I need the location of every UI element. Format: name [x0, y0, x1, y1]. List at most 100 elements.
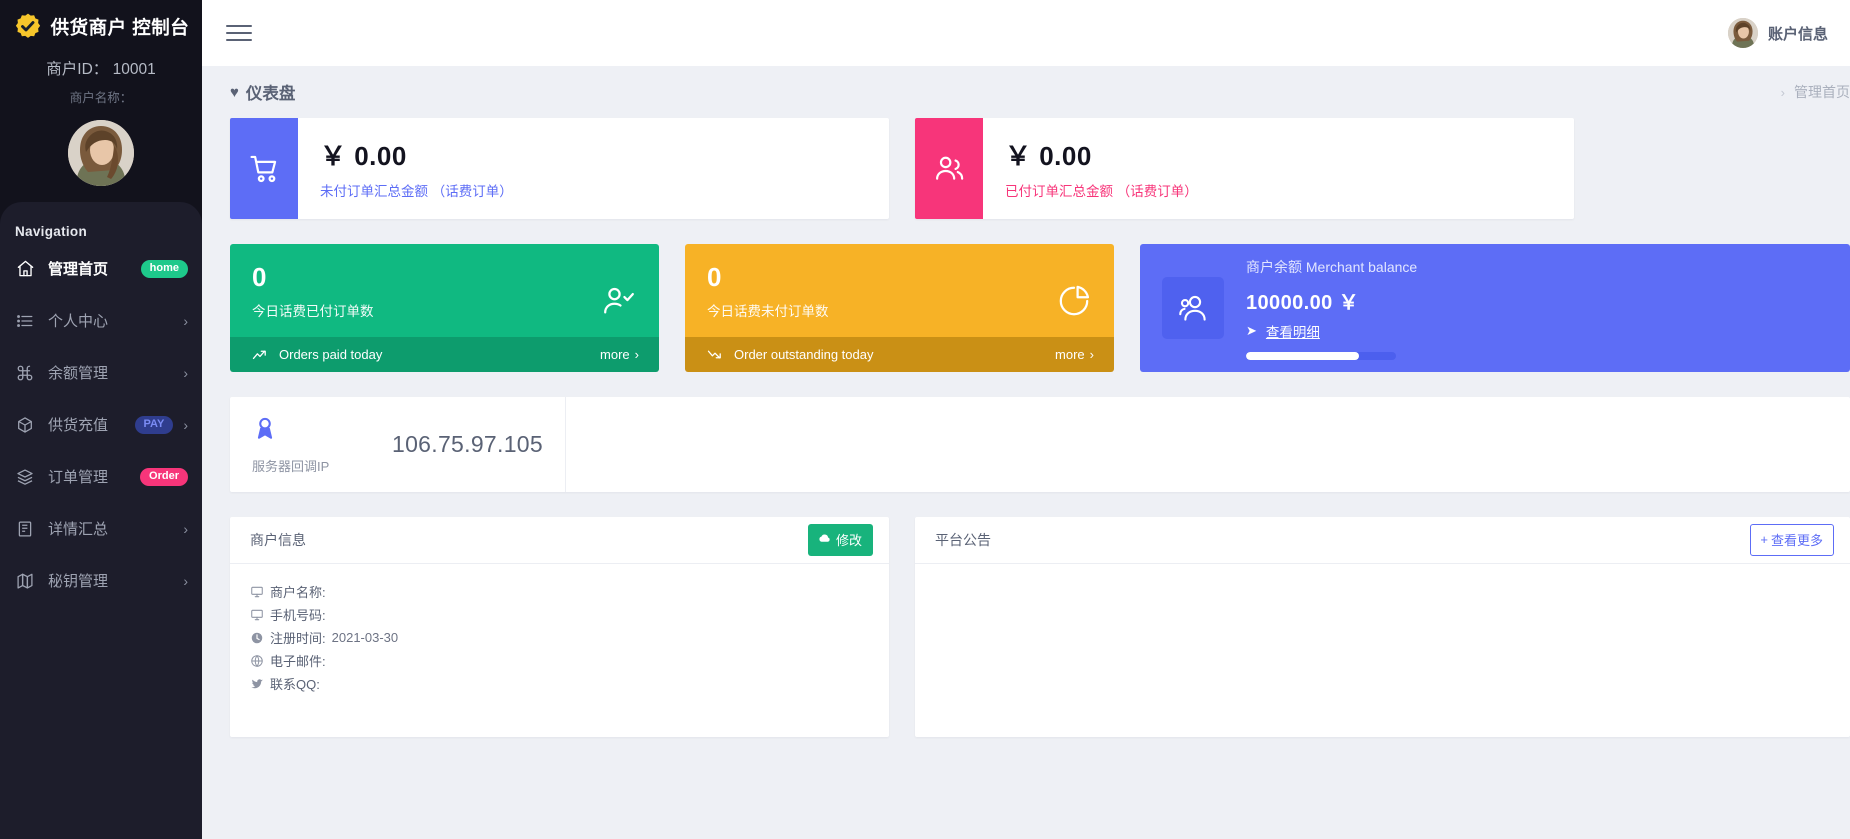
tile-text: 0 今日话费已付订单数: [252, 264, 374, 337]
merchant-info-panel: 商户信息 修改: [230, 517, 889, 737]
sidebar-item-label: 管理首页: [48, 258, 108, 279]
tile-text: 0 今日话费未付订单数: [707, 264, 829, 337]
list-item-label: 联系QQ:: [270, 674, 320, 693]
balance-detail-label: 查看明细: [1266, 321, 1320, 341]
tile-number: 0: [252, 264, 374, 290]
sidebar-badge-order: Order: [140, 468, 188, 486]
gear-check-badge-icon: [13, 12, 43, 42]
send-icon: ➤: [1246, 323, 1257, 339]
app-root: 供货商户 控制台 商户ID： 10001 商户名称： Navigation: [0, 0, 1850, 839]
tile-top: 0 今日话费已付订单数: [230, 244, 659, 337]
book-icon: [15, 519, 35, 539]
trend-up-icon: [252, 348, 268, 361]
stat-card-unpaid[interactable]: ￥ 0.00 未付订单汇总金额 （话费订单）: [230, 118, 889, 219]
sidebar-item-summary[interactable]: 详情汇总 ›: [0, 506, 202, 551]
server-callback-ip-card: 服务器回调IP 106.75.97.105: [230, 397, 566, 492]
view-more-notices-button[interactable]: + 查看更多: [1750, 524, 1834, 556]
tile-orders-paid-today[interactable]: 0 今日话费已付订单数: [230, 244, 659, 372]
sidebar-logo[interactable]: 供货商户 控制台: [0, 0, 202, 50]
tile-orders-outstanding-today[interactable]: 0 今日话费未付订单数: [685, 244, 1114, 372]
list-item-value: 2021-03-30: [332, 630, 399, 645]
stat-card-row: ￥ 0.00 未付订单汇总金额 （话费订单） ￥ 0.00 已付订单汇总金额 （…: [230, 118, 1850, 219]
account-menu[interactable]: 账户信息: [1728, 18, 1832, 48]
edit-merchant-label: 修改: [836, 530, 862, 549]
list-item-label: 注册时间:: [270, 628, 326, 647]
platform-notice-panel: 平台公告 + 查看更多: [915, 517, 1850, 737]
merchant-balance-card[interactable]: 商户余额 Merchant balance 10000.00 ￥ ➤ 查看明细: [1140, 244, 1850, 372]
notice-list: [915, 564, 1850, 580]
edit-merchant-button[interactable]: 修改: [808, 524, 873, 556]
tile-more-label: more: [600, 347, 630, 362]
balance-progress-bar: [1246, 352, 1396, 360]
tile-number: 0: [707, 264, 829, 290]
sidebar-item-label: 详情汇总: [48, 518, 108, 539]
breadcrumb: › 管理首页: [1781, 82, 1850, 102]
panel-header: 商户信息 修改: [230, 517, 889, 564]
sidebar-item-keys[interactable]: 秘钥管理 ›: [0, 558, 202, 603]
account-label: 账户信息: [1768, 23, 1828, 44]
avatar[interactable]: [68, 120, 134, 186]
chevron-right-icon: ›: [635, 347, 639, 362]
tile-footer[interactable]: Orders paid today more ›: [230, 337, 659, 372]
sidebar-badge-home: home: [141, 260, 188, 278]
chevron-right-icon: ›: [183, 574, 188, 588]
avatar[interactable]: [1728, 18, 1758, 48]
server-ip-value: 106.75.97.105: [392, 431, 565, 458]
list-item: 电子邮件:: [250, 649, 889, 672]
list-item-label: 商户名称:: [270, 582, 326, 601]
stat-subtitle: 未付订单汇总金额 （话费订单）: [320, 180, 889, 200]
sidebar-item-home[interactable]: 管理首页 home: [0, 246, 202, 291]
panel-title: 平台公告: [935, 530, 991, 550]
list-item: 商户名称:: [250, 580, 889, 603]
sidebar-badge-pay: PAY: [135, 416, 174, 434]
chevron-right-icon: ›: [183, 418, 188, 432]
sidebar-item-recharge[interactable]: 供货充值 PAY ›: [0, 402, 202, 447]
chevron-right-icon: ›: [1781, 85, 1785, 100]
stat-card-body: ￥ 0.00 已付订单汇总金额 （话费订单）: [983, 118, 1574, 219]
sidebar-nav-title: Navigation: [0, 224, 202, 239]
main-area: 账户信息 ♥ 仪表盘 › 管理首页: [202, 0, 1850, 839]
merchant-id: 商户ID： 10001: [0, 57, 202, 79]
sidebar-item-balance[interactable]: 余额管理 ›: [0, 350, 202, 395]
sidebar: 供货商户 控制台 商户ID： 10001 商户名称： Navigation: [0, 0, 202, 839]
sidebar-item-orders[interactable]: 订单管理 Order: [0, 454, 202, 499]
map-icon: [15, 571, 35, 591]
trend-down-icon: [707, 348, 723, 361]
list-item-label: 手机号码:: [270, 605, 326, 624]
stat-card-body: ￥ 0.00 未付订单汇总金额 （话费订单）: [298, 118, 889, 219]
balance-body: 商户余额 Merchant balance 10000.00 ￥ ➤ 查看明细: [1224, 257, 1850, 360]
server-ip-caption: 服务器回调IP: [252, 456, 329, 475]
box-icon: [15, 415, 35, 435]
chevron-right-icon: ›: [183, 522, 188, 536]
heart-icon: ♥: [230, 85, 239, 100]
panel-row: 商户信息 修改: [230, 517, 1850, 737]
balance-detail-link[interactable]: ➤ 查看明细: [1246, 321, 1850, 341]
chevron-right-icon: ›: [183, 314, 188, 328]
tile-more-link[interactable]: more ›: [1055, 347, 1094, 362]
tile-footer-label: Order outstanding today: [734, 347, 873, 362]
stat-card-paid[interactable]: ￥ 0.00 已付订单汇总金额 （话费订单）: [915, 118, 1574, 219]
hamburger-icon[interactable]: [226, 20, 252, 46]
view-more-label: 查看更多: [1771, 530, 1823, 549]
page-header: ♥ 仪表盘 › 管理首页: [202, 66, 1850, 118]
tile-caption: 今日话费已付订单数: [252, 300, 374, 320]
sidebar-item-label: 供货充值: [48, 414, 108, 435]
shopping-cart-icon: [230, 118, 298, 219]
command-icon: [15, 363, 35, 383]
sidebar-item-profile[interactable]: 个人中心 ›: [0, 298, 202, 343]
monitor-icon: [250, 608, 270, 622]
users-icon: [915, 118, 983, 219]
panel-header: 平台公告 + 查看更多: [915, 517, 1850, 564]
server-ip-left: 服务器回调IP: [252, 415, 329, 475]
breadcrumb-current[interactable]: 管理首页: [1794, 82, 1850, 102]
stat-amount: ￥ 0.00: [1005, 136, 1574, 173]
topbar: 账户信息: [202, 0, 1850, 66]
balance-progress-fill: [1246, 352, 1359, 360]
plus-icon: +: [1760, 532, 1768, 547]
sidebar-item-label: 余额管理: [48, 362, 108, 383]
stat-amount: ￥ 0.00: [320, 136, 889, 173]
tile-footer[interactable]: Order outstanding today more ›: [685, 337, 1114, 372]
home-icon: [15, 259, 35, 279]
tile-more-link[interactable]: more ›: [600, 347, 639, 362]
tile-top: 0 今日话费未付订单数: [685, 244, 1114, 337]
